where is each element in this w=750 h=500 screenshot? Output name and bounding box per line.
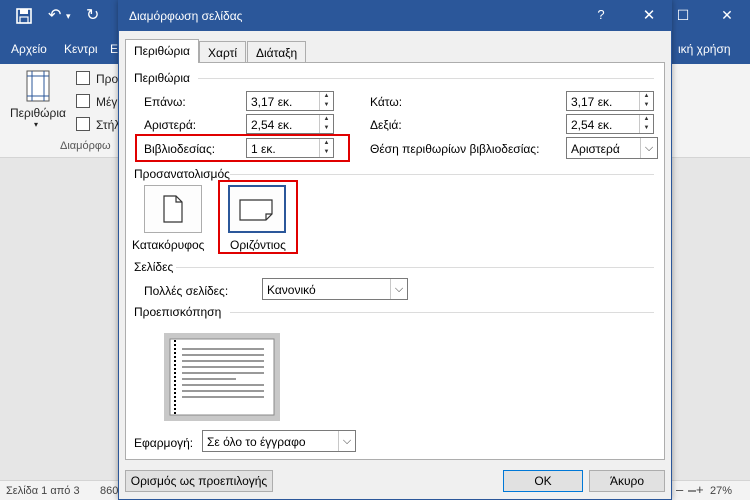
pages-section-title: Σελίδες bbox=[134, 260, 174, 274]
top-margin-spinner[interactable]: 3,17 εκ. ▲ ▼ bbox=[246, 91, 334, 111]
page-count[interactable]: Σελίδα 1 από 3 bbox=[6, 485, 80, 497]
apply-to-label: Εφαρμογή: bbox=[134, 436, 194, 450]
chevron-down-icon[interactable]: ⌵ bbox=[338, 431, 355, 451]
orientation-separator bbox=[230, 174, 654, 175]
left-margin-spinner[interactable]: 2,54 εκ. ▲ ▼ bbox=[246, 114, 334, 134]
ribbon-group-label: Διαμόρφω bbox=[60, 140, 111, 152]
help-icon[interactable]: ? bbox=[591, 7, 611, 22]
gutter-value: 1 εκ. bbox=[251, 142, 276, 156]
ribbon-tab-use[interactable]: ική χρήση bbox=[678, 42, 731, 56]
ribbon-tab-file[interactable]: Αρχείο bbox=[11, 42, 47, 56]
portrait-button[interactable] bbox=[144, 185, 202, 233]
gutter-label: Βιβλιοδεσίας: bbox=[144, 142, 216, 156]
top-margin-label: Επάνω: bbox=[144, 95, 186, 109]
word-count[interactable]: 860 bbox=[100, 485, 118, 497]
apply-to-value: Σε όλο το έγγραφο bbox=[207, 435, 306, 449]
gutter-position-select[interactable]: Αριστερά ⌵ bbox=[566, 137, 658, 159]
tab-paper[interactable]: Χαρτί bbox=[199, 41, 247, 62]
bottom-margin-label: Κάτω: bbox=[370, 95, 403, 109]
gutter-spinner[interactable]: 1 εκ. ▲ ▼ bbox=[246, 138, 334, 158]
orientation-ribbon-icon bbox=[76, 71, 90, 85]
chevron-down-icon[interactable]: ▾ bbox=[34, 120, 38, 129]
tab-margins[interactable]: Περιθώρια bbox=[125, 39, 199, 63]
pages-separator bbox=[176, 267, 654, 268]
preview-section-title: Προεπισκόπηση bbox=[134, 305, 222, 319]
dialog-title-bar: Διαμόρφωση σελίδας ? ✕ bbox=[119, 1, 671, 31]
ribbon-item-3[interactable]: Στήλ bbox=[96, 118, 120, 132]
spinner-arrows-icon[interactable]: ▲ ▼ bbox=[639, 92, 653, 110]
margins-pane: Περιθώρια Επάνω: 3,17 εκ. ▲ ▼ Κάτω: 3,17 … bbox=[125, 62, 665, 460]
dialog-title: Διαμόρφωση σελίδας bbox=[129, 9, 243, 23]
cancel-button[interactable]: Άκυρο bbox=[589, 470, 665, 492]
undo-icon[interactable]: ↶ bbox=[48, 8, 61, 24]
gutter-position-value: Αριστερά bbox=[571, 142, 620, 156]
bottom-margin-spinner[interactable]: 3,17 εκ. ▲ ▼ bbox=[566, 91, 654, 111]
zoom-slider[interactable] bbox=[688, 490, 696, 492]
portrait-page-icon bbox=[163, 195, 183, 226]
right-margin-label: Δεξιά: bbox=[370, 118, 402, 132]
landscape-label: Οριζόντιος bbox=[230, 238, 286, 252]
ribbon-tab-center[interactable]: Κεντρι bbox=[64, 42, 98, 56]
landscape-page-icon bbox=[239, 199, 273, 224]
margins-section-title: Περιθώρια bbox=[134, 71, 190, 85]
chevron-down-icon[interactable]: ⌵ bbox=[390, 279, 407, 299]
spinner-arrows-icon[interactable]: ▲ ▼ bbox=[319, 115, 333, 133]
gutter-position-label: Θέση περιθωρίων βιβλιοδεσίας: bbox=[370, 142, 540, 156]
margins-ribbon-icon[interactable] bbox=[26, 70, 50, 105]
multiple-pages-value: Κανονικό bbox=[267, 283, 316, 297]
page-setup-dialog: Διαμόρφωση σελίδας ? ✕ Περιθώρια Χαρτί Δ… bbox=[118, 0, 672, 500]
bottom-margin-value: 3,17 εκ. bbox=[571, 95, 613, 109]
top-margin-value: 3,17 εκ. bbox=[251, 95, 293, 109]
spinner-arrows-icon[interactable]: ▲ ▼ bbox=[319, 92, 333, 110]
tab-layout[interactable]: Διάταξη bbox=[247, 41, 307, 62]
zoom-out-icon[interactable]: – bbox=[676, 482, 683, 497]
chevron-down-icon[interactable]: ⌵ bbox=[640, 138, 657, 158]
spinner-arrows-icon[interactable]: ▲ ▼ bbox=[639, 115, 653, 133]
close-window-icon[interactable]: ✕ bbox=[718, 6, 736, 24]
ok-button[interactable]: OK bbox=[503, 470, 583, 492]
left-margin-value: 2,54 εκ. bbox=[251, 118, 293, 132]
ribbon-tab-e[interactable]: Ε bbox=[110, 42, 118, 56]
multiple-pages-label: Πολλές σελίδες: bbox=[144, 284, 229, 298]
margins-separator bbox=[198, 78, 654, 79]
margins-ribbon-label[interactable]: Περιθώρια bbox=[10, 106, 66, 120]
ribbon-item-1[interactable]: Προ bbox=[96, 72, 118, 86]
set-as-default-button[interactable]: Ορισμός ως προεπιλογής bbox=[125, 470, 273, 492]
restore-window-icon[interactable]: ☐ bbox=[674, 6, 692, 24]
ribbon-item-2[interactable]: Μέγ bbox=[96, 95, 117, 109]
page-preview bbox=[164, 333, 280, 421]
zoom-in-icon[interactable]: + bbox=[696, 482, 704, 497]
right-margin-value: 2,54 εκ. bbox=[571, 118, 613, 132]
orientation-section-title: Προσανατολισμός bbox=[134, 167, 230, 181]
zoom-level[interactable]: 27% bbox=[710, 485, 732, 497]
close-icon[interactable]: ✕ bbox=[639, 6, 659, 24]
spinner-arrows-icon[interactable]: ▲ ▼ bbox=[319, 139, 333, 157]
size-ribbon-icon bbox=[76, 94, 90, 108]
landscape-button[interactable] bbox=[228, 185, 286, 233]
redo-icon[interactable]: ↻ bbox=[86, 8, 99, 24]
left-margin-label: Αριστερά: bbox=[144, 118, 197, 132]
undo-dropdown-icon[interactable]: ▾ bbox=[66, 8, 71, 24]
multiple-pages-select[interactable]: Κανονικό ⌵ bbox=[262, 278, 408, 300]
apply-to-select[interactable]: Σε όλο το έγγραφο ⌵ bbox=[202, 430, 356, 452]
portrait-label: Κατακόρυφος bbox=[132, 238, 205, 252]
right-margin-spinner[interactable]: 2,54 εκ. ▲ ▼ bbox=[566, 114, 654, 134]
preview-separator bbox=[230, 312, 654, 313]
save-icon[interactable] bbox=[16, 8, 32, 28]
columns-ribbon-icon bbox=[76, 117, 90, 131]
